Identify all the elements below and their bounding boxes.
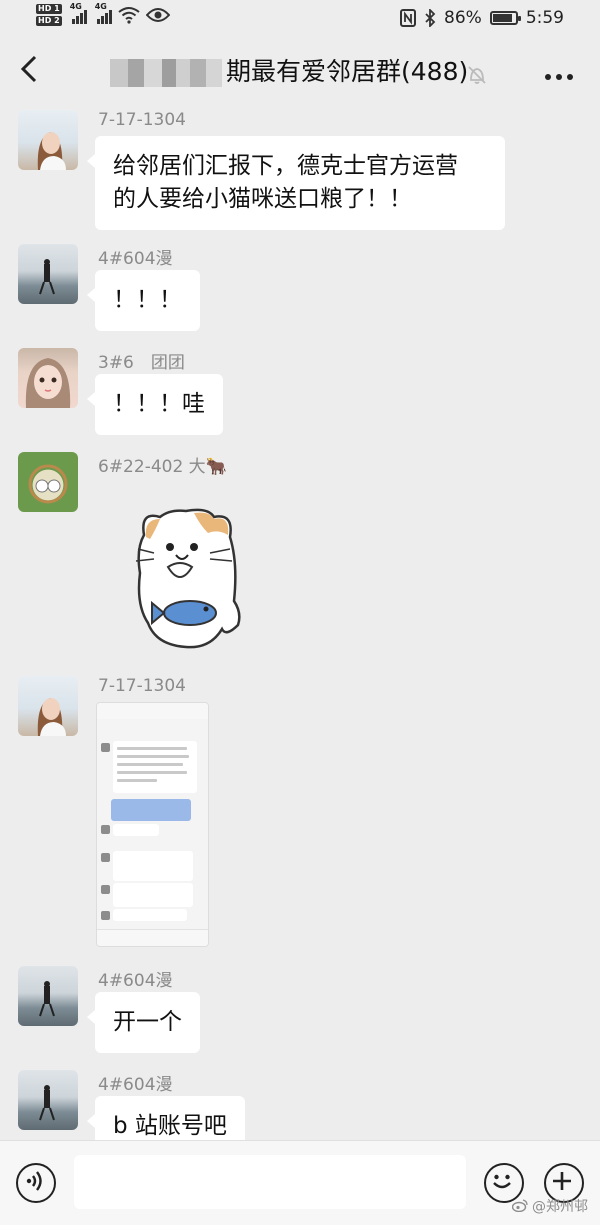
blurred-text (110, 59, 222, 87)
signal-icon: 4G (70, 2, 87, 24)
chat-header: 期最有爱邻居群(488) (0, 40, 600, 106)
avatar[interactable] (18, 452, 78, 512)
status-bar: HD 1 HD 2 4G 4G 86% 5:59 (0, 0, 600, 40)
sender-name: 6#22-402 大🐂 (98, 457, 227, 477)
emoji-icon (492, 1174, 511, 1188)
wifi-icon (118, 7, 140, 24)
back-button[interactable] (18, 54, 48, 90)
avatar[interactable] (18, 348, 78, 408)
sender-name: 7-17-1304 (98, 676, 186, 696)
chevron-left-icon (20, 55, 37, 83)
message-bubble[interactable]: ！！！哇 (87, 374, 223, 435)
chat-title: 期最有爱邻居群(488) (226, 57, 469, 86)
clock: 5:59 (525, 8, 564, 28)
hd1-badge: HD 1 (36, 4, 62, 14)
eye-icon (145, 8, 170, 22)
bluetooth-icon (425, 9, 436, 27)
mini-header (97, 703, 208, 719)
weibo-logo-icon (511, 1199, 528, 1213)
battery-icon (489, 11, 521, 25)
mute-bell-icon (468, 66, 486, 84)
more-options-button[interactable] (544, 62, 574, 82)
page-title[interactable]: 期最有爱邻居群(488) (110, 54, 468, 90)
signal-icon-2: 4G (95, 2, 112, 24)
avatar[interactable] (18, 110, 78, 170)
sender-name: 7-17-1304 (98, 110, 186, 130)
voice-input-button[interactable] (16, 1163, 56, 1203)
more-icon (545, 74, 573, 80)
network-type-1: 4G (69, 2, 82, 11)
avatar[interactable] (18, 966, 78, 1026)
watermark-text: @郑州邨 (532, 1199, 588, 1215)
voice-icon (26, 1170, 42, 1191)
sender-name: 4#604漫 (98, 249, 173, 269)
mini-input-bar (97, 929, 208, 946)
message-bubble[interactable]: 给邻居们汇报下，德克士官方运营 的人要给小猫咪送口粮了！！ (87, 136, 505, 230)
cat-with-fish-sticker[interactable] (130, 505, 250, 655)
avatar[interactable] (18, 1070, 78, 1130)
nfc-icon (400, 9, 417, 27)
sender-name: 3#6 团团 (98, 353, 185, 373)
plus-icon (552, 1171, 571, 1190)
watermark: @郑州邨 (511, 1196, 588, 1216)
input-bar (0, 1140, 600, 1225)
hd-badges: HD 1 HD 2 (36, 4, 62, 26)
shared-screenshot-image[interactable] (96, 702, 209, 947)
sender-name: 4#604漫 (98, 971, 173, 991)
network-type-2: 4G (94, 2, 107, 11)
message-bubble[interactable]: 开一个 (87, 992, 200, 1053)
hd2-badge: HD 2 (36, 16, 62, 26)
battery-percent: 86% (444, 8, 482, 28)
avatar[interactable] (18, 676, 78, 736)
sender-name: 4#604漫 (98, 1075, 173, 1095)
avatar[interactable] (18, 244, 78, 304)
message-bubble[interactable]: ！！！ (87, 270, 200, 331)
message-input[interactable] (74, 1155, 466, 1209)
